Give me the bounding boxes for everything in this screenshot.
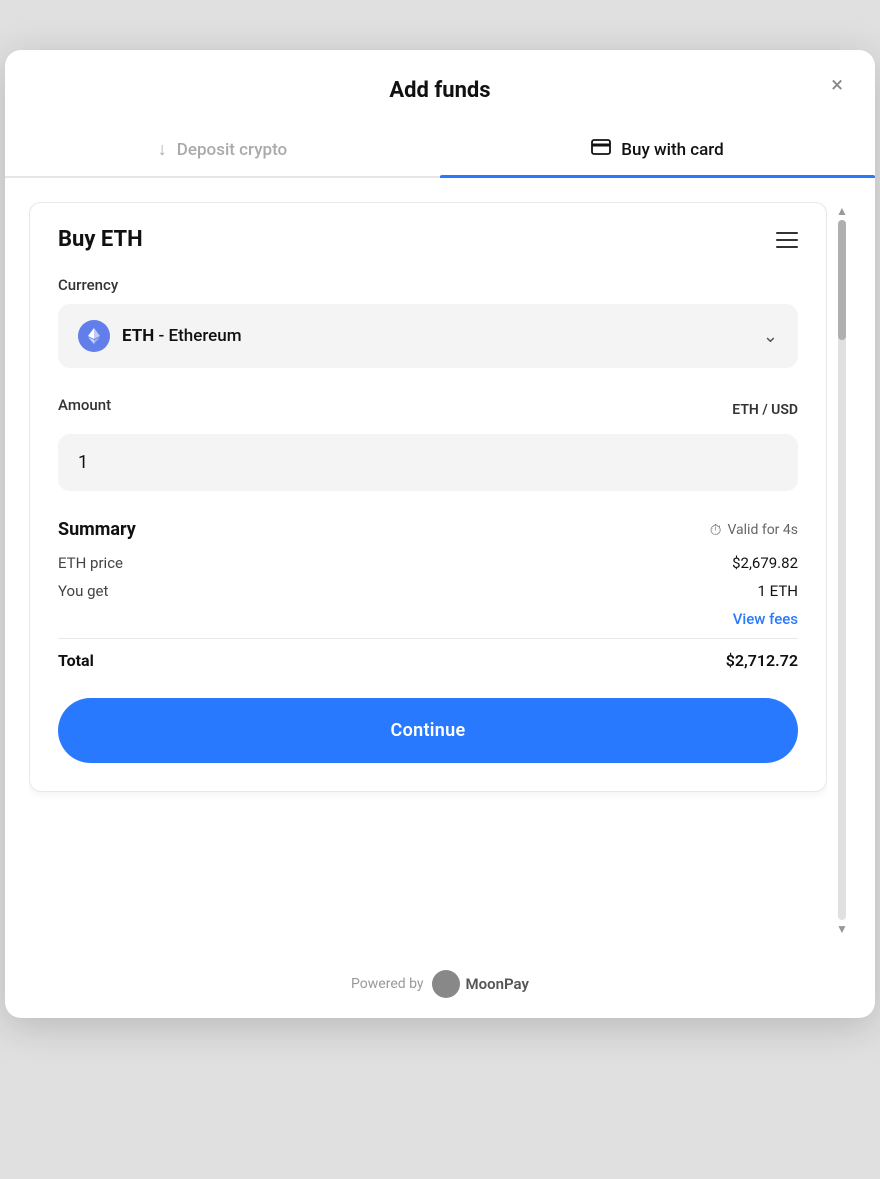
close-button[interactable]: ×	[831, 75, 843, 97]
tabs-container: ↓ Deposit crypto Buy with card	[5, 121, 875, 178]
you-get-label: You get	[58, 582, 108, 600]
tab-card-label: Buy with card	[621, 140, 724, 160]
currency-text: ETH - Ethereum	[122, 326, 242, 346]
total-row: Total $2,712.72	[58, 651, 798, 670]
deposit-icon: ↓	[158, 139, 167, 160]
hamburger-menu-icon[interactable]	[776, 232, 798, 248]
card-icon	[591, 139, 611, 160]
you-get-value: 1 ETH	[758, 582, 798, 600]
currency-section: Currency	[58, 276, 798, 368]
modal-header: Add funds ×	[5, 50, 875, 121]
amount-value: 1	[78, 452, 88, 473]
eth-icon	[78, 320, 110, 352]
total-label: Total	[58, 651, 94, 670]
scrollbar-track[interactable]	[838, 220, 846, 920]
summary-section: Summary ⏱ Valid for 4s ETH price $2,679.…	[58, 519, 798, 670]
clock-icon: ⏱	[710, 521, 722, 539]
moonpay-logo: MoonPay	[432, 970, 529, 998]
valid-timer: ⏱ Valid for 4s	[710, 521, 798, 539]
content-area: Buy ETH Currency	[29, 202, 827, 938]
currency-label: Currency	[58, 276, 798, 294]
currency-selector[interactable]: ETH - Ethereum ⌄	[58, 304, 798, 368]
eth-price-value: $2,679.82	[732, 554, 798, 572]
chevron-down-icon: ⌄	[763, 326, 778, 347]
summary-divider	[58, 638, 798, 639]
card-header: Buy ETH	[58, 227, 798, 252]
eth-price-row: ETH price $2,679.82	[58, 554, 798, 572]
amount-unit: ETH / USD	[732, 402, 798, 418]
you-get-row: You get 1 ETH	[58, 582, 798, 600]
tab-deposit-label: Deposit crypto	[177, 140, 287, 160]
total-value: $2,712.72	[726, 651, 798, 670]
modal-footer: Powered by MoonPay	[5, 954, 875, 1018]
valid-text: Valid for 4s	[727, 522, 798, 538]
amount-section: Amount ETH / USD 1	[58, 396, 798, 491]
tab-deposit-crypto[interactable]: ↓ Deposit crypto	[5, 121, 440, 176]
moonpay-name: MoonPay	[466, 975, 529, 993]
powered-by-text: Powered by	[351, 976, 424, 992]
eth-price-label: ETH price	[58, 554, 123, 572]
buy-eth-card: Buy ETH Currency	[29, 202, 827, 792]
currency-left: ETH - Ethereum	[78, 320, 242, 352]
summary-header: Summary ⏱ Valid for 4s	[58, 519, 798, 540]
view-fees-link[interactable]: View fees	[58, 610, 798, 628]
modal-body: Buy ETH Currency	[5, 178, 875, 954]
tab-buy-with-card[interactable]: Buy with card	[440, 121, 875, 176]
scroll-up-arrow[interactable]: ▲	[833, 202, 851, 220]
amount-label: Amount	[58, 396, 111, 414]
modal-title: Add funds	[389, 78, 490, 103]
scroll-down-arrow[interactable]: ▼	[833, 920, 851, 938]
add-funds-modal: Add funds × ↓ Deposit crypto Buy with ca…	[5, 50, 875, 1018]
moonpay-icon	[432, 970, 460, 998]
continue-button[interactable]: Continue	[58, 698, 798, 763]
card-title: Buy ETH	[58, 227, 143, 252]
scrollbar[interactable]: ▲ ▼	[833, 202, 851, 938]
amount-header: Amount ETH / USD	[58, 396, 798, 424]
amount-input-box[interactable]: 1	[58, 434, 798, 491]
scrollbar-thumb[interactable]	[838, 220, 846, 340]
summary-label: Summary	[58, 519, 136, 540]
